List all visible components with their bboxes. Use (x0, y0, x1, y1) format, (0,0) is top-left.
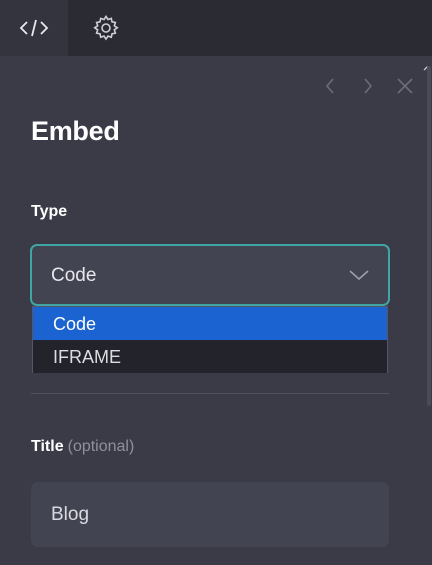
divider (31, 393, 389, 394)
chevron-right-icon (362, 77, 374, 100)
close-button[interactable] (395, 77, 415, 100)
next-button[interactable] (358, 77, 378, 100)
scrollbar-thumb[interactable] (427, 66, 431, 406)
optional-hint: (optional) (67, 438, 135, 455)
chevron-down-icon (348, 268, 370, 287)
previous-button[interactable] (320, 77, 340, 100)
tab-bar (0, 0, 432, 56)
title-input-value: Blog (51, 504, 90, 525)
type-option-code[interactable]: Code (33, 307, 387, 340)
tab-code[interactable] (0, 0, 68, 56)
close-icon (396, 77, 414, 100)
title-label-text: Title (31, 438, 64, 455)
panel-title: Embed (31, 116, 120, 146)
tab-settings[interactable] (72, 0, 140, 56)
type-option-iframe[interactable]: IFRAME (33, 340, 387, 373)
gear-icon (92, 14, 120, 42)
type-option-label: Code (53, 314, 97, 334)
type-select-value: Code (51, 265, 97, 286)
title-input[interactable]: Blog (31, 482, 389, 547)
type-label: Type (31, 203, 68, 220)
code-icon (19, 17, 49, 39)
type-select[interactable]: Code (30, 244, 390, 306)
type-dropdown-list: Code IFRAME (32, 306, 388, 373)
title-label: Title (optional) (31, 438, 134, 456)
type-option-label: IFRAME (53, 347, 122, 367)
chevron-left-icon (324, 77, 336, 100)
